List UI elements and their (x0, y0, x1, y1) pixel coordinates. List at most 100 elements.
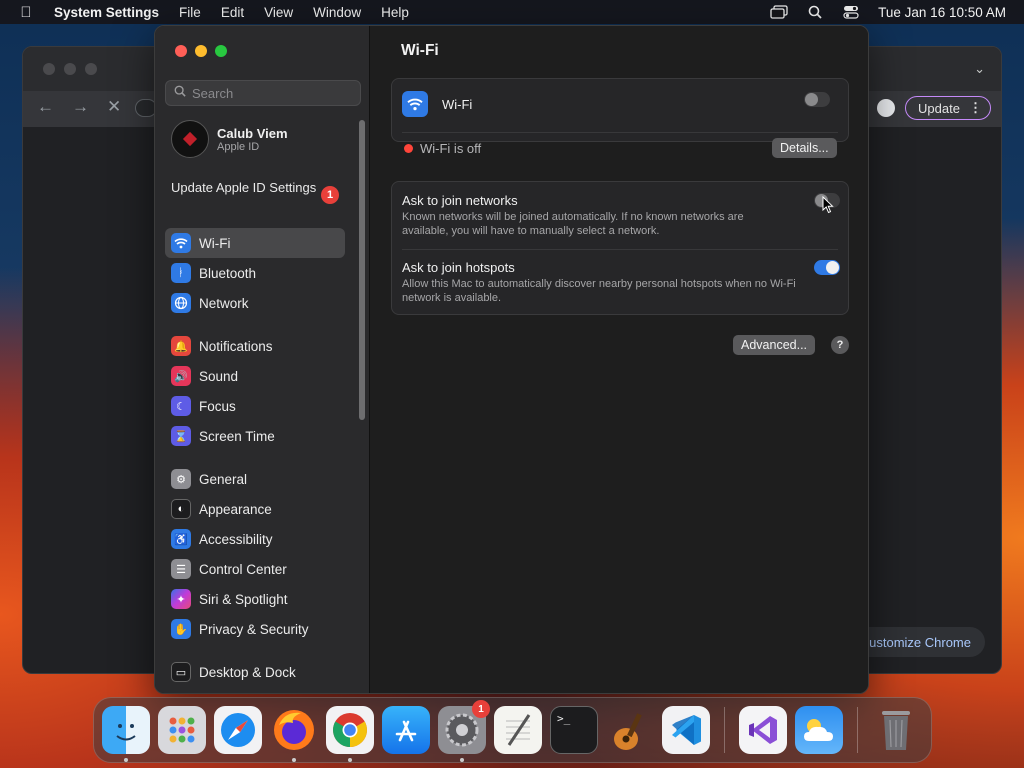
menu-clock[interactable]: Tue Jan 16 10:50 AM (878, 5, 1006, 20)
dock: 1 >_ (93, 697, 932, 763)
sidebar-item-notifications[interactable]: 🔔 Notifications (165, 331, 345, 361)
sidebar-item-label: Siri & Spotlight (199, 591, 288, 607)
sidebar-item-sound[interactable]: 🔊 Sound (165, 361, 345, 391)
sidebar-item-bluetooth[interactable]: ᛓ Bluetooth (165, 258, 345, 288)
chrome-zoom-button[interactable] (85, 63, 97, 75)
sidebar-item-network[interactable]: Network (165, 288, 345, 318)
screen-mirroring-icon[interactable] (770, 5, 788, 19)
ask-hotspots-toggle[interactable] (814, 260, 840, 275)
globe-icon (171, 293, 191, 313)
chrome-traffic-lights (43, 63, 97, 75)
mouse-pointer-icon (822, 196, 834, 214)
more-menu-icon[interactable]: ⋮ (969, 100, 982, 116)
visual-studio-icon[interactable] (739, 706, 787, 754)
sidebar-item-label: Desktop & Dock (199, 664, 296, 680)
speaker-icon: 🔊 (171, 366, 191, 386)
trash-icon[interactable] (872, 706, 920, 754)
sidebar-scrollbar[interactable] (359, 120, 365, 420)
sidebar-item-privacy-security[interactable]: ✋ Privacy & Security (165, 614, 345, 644)
ask-networks-row: Ask to join networks Known networks will… (392, 182, 848, 248)
chrome-minimize-button[interactable] (64, 63, 76, 75)
menu-view[interactable]: View (254, 5, 303, 20)
finder-icon[interactable] (102, 706, 150, 762)
gear-icon: ⚙ (171, 469, 191, 489)
control-center-icon[interactable] (842, 5, 860, 19)
menu-help[interactable]: Help (371, 5, 419, 20)
sidebar-item-label: Focus (199, 398, 236, 414)
menu-app-name[interactable]: System Settings (52, 5, 169, 20)
sidebar-item-screen-time[interactable]: ⌛ Screen Time (165, 421, 345, 451)
sidebar-item-label: Notifications (199, 338, 273, 354)
advanced-button[interactable]: Advanced... (733, 335, 816, 355)
sidebar-item-wifi[interactable]: Wi-Fi (165, 228, 345, 258)
sidebar-item-desktop-dock[interactable]: ▭ Desktop & Dock (165, 657, 345, 687)
menu-file[interactable]: File (169, 5, 211, 20)
sidebar: Calub Viem Apple ID Update Apple ID Sett… (155, 26, 370, 693)
firefox-icon[interactable] (270, 706, 318, 762)
tab-search-chevron-icon[interactable]: ⌄ (974, 61, 985, 77)
ask-hotspots-description: Allow this Mac to automatically discover… (402, 278, 796, 304)
sidebar-item-general[interactable]: ⚙ General (165, 464, 345, 494)
back-arrow-icon[interactable]: ← (37, 97, 54, 117)
system-settings-icon[interactable]: 1 (438, 700, 490, 762)
ask-networks-description: Known networks will be joined automatica… (402, 211, 744, 237)
system-settings-window: Calub Viem Apple ID Update Apple ID Sett… (154, 25, 869, 694)
sidebar-item-label: Screen Time (199, 428, 275, 444)
sidebar-item-appearance[interactable]: ◐ Appearance (165, 494, 345, 524)
weather-icon[interactable] (795, 706, 843, 754)
apple-id-account[interactable]: Calub Viem Apple ID (171, 120, 288, 158)
wifi-card: Wi-Fi Wi-Fi is off Details... (391, 78, 849, 158)
appearance-icon: ◐ (171, 499, 191, 519)
app-store-icon[interactable] (382, 706, 430, 754)
sidebar-item-accessibility[interactable]: ♿ Accessibility (165, 524, 345, 554)
vscode-icon[interactable] (662, 706, 710, 754)
account-subtitle: Apple ID (217, 140, 260, 153)
avatar (171, 120, 209, 158)
sidebar-item-label: Network (199, 295, 249, 311)
menu-edit[interactable]: Edit (211, 5, 254, 20)
status-dot-icon (404, 144, 413, 153)
hand-icon: ✋ (171, 619, 191, 639)
sidebar-item-label: Privacy & Security (199, 621, 309, 637)
help-button[interactable]: ? (831, 336, 849, 354)
account-name: Calub Viem (217, 125, 288, 141)
ask-networks-title: Ask to join networks (402, 193, 518, 208)
menu-window[interactable]: Window (303, 5, 371, 20)
ask-hotspots-title: Ask to join hotspots (402, 260, 515, 275)
sidebar-item-siri-spotlight[interactable]: ✦ Siri & Spotlight (165, 584, 345, 614)
sidebar-nav: Wi-Fi ᛓ Bluetooth Network 🔔 Notification… (165, 228, 345, 687)
control-center-icon: ☰ (171, 559, 191, 579)
sidebar-item-label: Appearance (199, 501, 272, 517)
apple-menu-icon[interactable]:  (0, 4, 52, 21)
textedit-icon[interactable] (494, 706, 542, 754)
update-apple-id-settings[interactable]: Update Apple ID Settings (171, 180, 321, 196)
terminal-icon[interactable]: >_ (550, 706, 598, 754)
chrome-update-label: Update (918, 100, 960, 116)
wifi-label: Wi-Fi (442, 97, 473, 112)
sidebar-item-control-center[interactable]: ☰ Control Center (165, 554, 345, 584)
sidebar-search[interactable] (165, 80, 361, 106)
update-badge: 1 (321, 186, 339, 204)
forward-arrow-icon[interactable]: → (72, 97, 89, 117)
chrome-update-button[interactable]: Update ⋮ (905, 96, 991, 120)
safari-icon[interactable] (214, 706, 262, 754)
join-options-card: Ask to join networks Known networks will… (391, 181, 849, 315)
chrome-icon[interactable] (326, 706, 374, 762)
close-button[interactable] (175, 45, 187, 57)
stop-loading-icon[interactable]: ✕ (107, 97, 121, 117)
minimize-button[interactable] (195, 45, 207, 57)
moon-icon: ☾ (171, 396, 191, 416)
sidebar-item-label: General (199, 471, 248, 487)
details-button[interactable]: Details... (772, 138, 837, 158)
profile-avatar-icon[interactable] (877, 99, 895, 117)
search-input[interactable] (192, 85, 352, 101)
sidebar-item-focus[interactable]: ☾ Focus (165, 391, 345, 421)
wifi-toggle[interactable] (804, 92, 830, 107)
garageband-icon[interactable] (606, 706, 654, 754)
zoom-button[interactable] (215, 45, 227, 57)
spotlight-search-icon[interactable] (806, 5, 824, 19)
accessibility-icon: ♿ (171, 529, 191, 549)
settings-badge: 1 (472, 700, 490, 718)
chrome-close-button[interactable] (43, 63, 55, 75)
launchpad-icon[interactable] (158, 706, 206, 754)
